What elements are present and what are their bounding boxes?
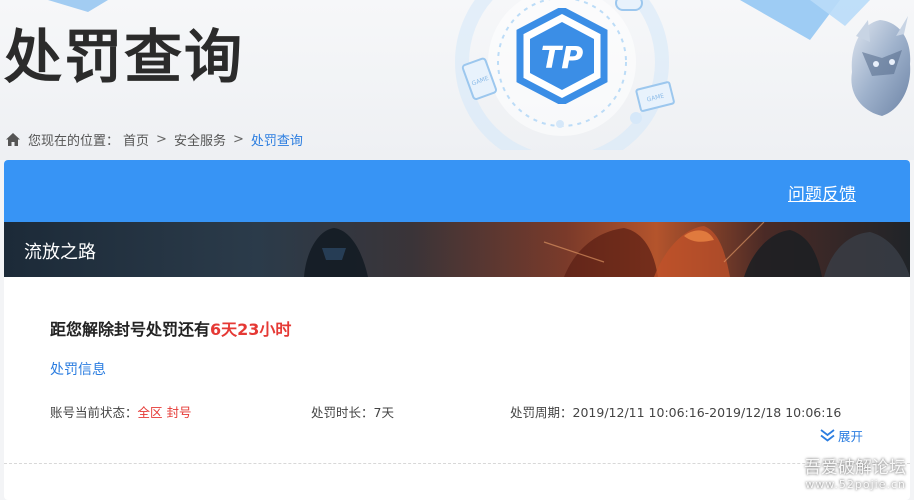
expand-button[interactable]: 展开 <box>820 426 863 445</box>
breadcrumb-current[interactable]: 处罚查询 <box>251 130 303 149</box>
punishment-period: 处罚周期：2019/12/11 10:06:16-2019/12/18 10:0… <box>510 402 841 421</box>
breadcrumb-separator: > <box>156 132 167 147</box>
punishment-duration: 处罚时长：7天 <box>311 402 394 421</box>
punishment-info-title: 处罚信息 <box>50 362 106 378</box>
svg-text:TP: TP <box>541 41 583 76</box>
game-banner-artwork <box>304 222 910 277</box>
expand-label: 展开 <box>838 429 864 444</box>
feedback-link[interactable]: 问题反馈 <box>788 180 856 205</box>
status-label: 账号当前状态： <box>50 405 138 420</box>
breadcrumb-prefix: 您现在的位置： <box>28 134 120 149</box>
decor-triangle <box>48 0 108 12</box>
status-value: 全区 封号 <box>137 405 192 420</box>
breadcrumb-home[interactable]: 首页 <box>123 130 149 149</box>
period-value: 2019/12/11 10:06:16-2019/12/18 10:06:16 <box>572 405 842 420</box>
breadcrumb: 您现在的位置： 首页 > 安全服务 > 处罚查询 <box>6 130 303 149</box>
breadcrumb-security[interactable]: 安全服务 <box>174 130 226 149</box>
duration-value: 7天 <box>373 405 394 420</box>
watermark-text: 吾爱破解论坛 <box>804 458 906 478</box>
watermark: 吾爱破解论坛 www.52pojie.cn <box>804 458 906 492</box>
game-name: 流放之路 <box>24 242 96 263</box>
divider <box>4 463 910 464</box>
chevron-double-down-icon <box>820 429 835 442</box>
tp-logo-icon: TP <box>516 8 608 104</box>
breadcrumb-separator: > <box>232 132 244 147</box>
page-title: 处罚查询 <box>4 23 245 91</box>
period-label: 处罚周期： <box>510 405 573 420</box>
account-status: 账号当前状态：全区 封号 <box>50 402 192 421</box>
duration-label: 处罚时长： <box>311 405 374 420</box>
game-banner: 流放之路 <box>4 222 910 277</box>
countdown-prefix: 距您解除封号处罚还有 <box>50 320 211 339</box>
monster-artwork <box>851 16 911 116</box>
watermark-url: www.52pojie.cn <box>805 478 906 491</box>
countdown-remaining: 6天23小时 <box>210 320 292 339</box>
home-icon <box>6 133 20 146</box>
page-header: 处罚查询 GAME GAME TP 您现在的位置： 首页 > 安全服务 > 处罚… <box>0 0 914 160</box>
punishment-card: 问题反馈 流放之路 距您解除封号处罚还有6天23小时 处罚信息 账号当前状态：全… <box>4 160 910 500</box>
countdown-text: 距您解除封号处罚还有6天23小时 <box>50 316 291 340</box>
card-topbar: 问题反馈 <box>4 160 910 222</box>
